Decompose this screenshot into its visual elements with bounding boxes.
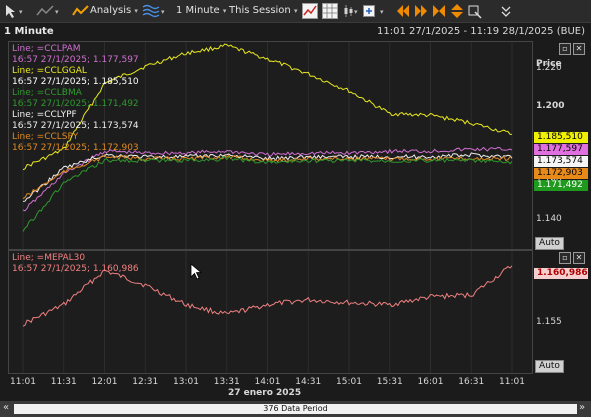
grid-icon <box>322 3 338 19</box>
svg-text:▾: ▾ <box>161 8 165 16</box>
last-value-tag: 1.177,597 <box>534 144 588 155</box>
price-tick-label: 1.200 <box>536 100 565 111</box>
analysis-icon <box>72 5 89 16</box>
legend-series-value: 16:57 27/1/2025; 1.185,510 <box>12 77 139 87</box>
price-tick-label: 1.155 <box>536 317 562 328</box>
analysis-label: Analysis <box>90 5 132 16</box>
time-tick-label: 11:01 <box>10 377 36 387</box>
time-tick-label: 15:01 <box>336 377 362 387</box>
svg-text:▾: ▾ <box>380 8 384 16</box>
navigation-arrows-icon <box>397 4 482 19</box>
grid-button[interactable] <box>322 3 338 19</box>
horizontal-scrollbar[interactable]: « 376 Data Period » <box>0 401 591 417</box>
upper-price-axis[interactable]: ▫ ✕ Price 1.2201.2001.1601.140 1.185,510… <box>532 41 591 248</box>
legend-series-value: 16:57 27/1/2025; 1.172,903 <box>12 143 139 153</box>
panel-date-range: 11:01 27/1/2025 - 11:19 28/1/2025 (BUE) <box>377 26 585 37</box>
time-tick-label: 14:31 <box>295 377 322 387</box>
time-tick-label: 16:01 <box>417 377 444 387</box>
scroll-right-icon[interactable]: » <box>579 402 585 413</box>
lower-chart-pane[interactable]: Line; =MEPAL30 16:57 27/1/2025; 1.160,986 <box>8 250 533 374</box>
interval-dropdown[interactable]: 1 Minute ▾ <box>176 3 226 19</box>
toolbar: ▾ ▾ Analysis ▾ ▾ 1 Minute ▾ This Session… <box>0 0 591 23</box>
cursor-tool-button[interactable]: ▾ <box>4 3 28 19</box>
legend-series-value: 16:57 27/1/2025; 1.173,574 <box>12 121 139 131</box>
time-tick-label: 12:01 <box>91 377 118 387</box>
close-pane-icon[interactable]: ✕ <box>573 43 585 55</box>
double-chevron-icon <box>501 6 511 17</box>
svg-text:▾: ▾ <box>354 8 358 16</box>
price-tick-label: 1.140 <box>536 213 562 224</box>
time-axis[interactable]: 11:01 11:31 12:01 12:31 13:01 13:31 14:01 14:31… <box>0 373 591 401</box>
legend-series-name[interactable]: Line; =CCLPAM <box>12 44 81 55</box>
time-tick-label: 15:31 <box>376 377 403 387</box>
mouse-cursor-icon <box>190 263 203 280</box>
panel-title: 1 Minute <box>4 26 54 37</box>
line-tool-button[interactable]: ▾ <box>36 3 62 19</box>
legend-series-value: 16:57 27/1/2025; 1.160,986 <box>12 264 139 274</box>
legend-series-value: 16:57 27/1/2025; 1.171,492 <box>12 99 139 109</box>
zoom-in-button[interactable] <box>362 3 376 19</box>
interval-label: 1 Minute <box>176 5 220 16</box>
session-label: This Session <box>229 5 291 16</box>
upper-auto-scale-button[interactable]: Auto <box>535 237 564 250</box>
scroll-buttons[interactable] <box>395 3 483 19</box>
close-lower-pane-icon[interactable]: ✕ <box>573 252 585 264</box>
chart-style-button[interactable] <box>302 3 318 19</box>
maximize-lower-pane-icon[interactable]: ▫ <box>559 252 571 264</box>
candlestick-icon: ▾ <box>344 5 358 17</box>
line-chart-icon <box>302 3 318 19</box>
scrollbar-track[interactable]: 376 Data Period <box>14 404 577 414</box>
zoom-out-button[interactable]: ▾ <box>379 3 389 19</box>
lower-auto-scale-button[interactable]: Auto <box>535 360 564 373</box>
time-tick-label: 13:01 <box>173 377 199 387</box>
scroll-left-icon[interactable]: « <box>3 402 9 413</box>
legend-series-name[interactable]: Line; =CCLBMA <box>12 88 82 99</box>
studies-button[interactable]: ▾ <box>142 3 168 19</box>
time-tick-label: 12:31 <box>132 377 159 387</box>
wave-icon: ▾ <box>142 4 165 18</box>
price-tick-label: 1.220 <box>536 63 562 74</box>
time-tick-label: 13:31 <box>213 377 240 387</box>
plus-box-icon <box>363 5 375 17</box>
lower-last-value-tag: 1.160,986 <box>534 268 588 279</box>
analysis-menu-button[interactable]: Analysis ▾ <box>72 3 138 19</box>
date-label: 27 enero 2025 <box>228 388 302 398</box>
maximize-pane-icon[interactable]: ▫ <box>559 43 571 55</box>
time-tick-label: 11:31 <box>50 377 77 387</box>
legend-series-name[interactable]: Line; =CCLGGAL <box>12 66 87 77</box>
time-tick-label: 16:31 <box>458 377 485 387</box>
scrollbar-thumb[interactable]: 376 Data Period <box>14 404 577 414</box>
panel-header: 1 Minute 11:01 27/1/2025 - 11:19 28/1/20… <box>0 23 591 40</box>
chart-type-button[interactable]: ▾ <box>343 3 361 19</box>
legend-series-name[interactable]: Line; =CCLYPF <box>12 110 77 121</box>
last-value-tag: 1.185,510 <box>534 132 588 143</box>
legend-series-name[interactable]: Line; =CCLSPY <box>12 132 78 143</box>
last-value-tag: 1.172,903 <box>534 168 588 179</box>
time-tick-label: 11:01 <box>499 377 525 387</box>
time-tick-label: 14:01 <box>254 377 281 387</box>
legend-series-value: 16:57 27/1/2025; 1.177,597 <box>12 55 139 65</box>
last-value-tag: 1.173,574 <box>534 156 588 167</box>
svg-text:▾: ▾ <box>19 8 23 16</box>
last-value-tag: 1.171,492 <box>534 180 588 191</box>
upper-chart-pane[interactable]: Line; =CCLPAM 16:57 27/1/2025; 1.177,597 L… <box>8 41 533 250</box>
chart-window: ▾ ▾ Analysis ▾ ▾ 1 Minute ▾ This Session… <box>0 0 591 417</box>
lower-price-axis[interactable]: ▫ ✕ 1.1601.155 1.160,986 <box>532 250 591 372</box>
session-dropdown[interactable]: This Session ▾ <box>229 3 297 19</box>
svg-text:▾: ▾ <box>55 8 59 16</box>
more-tools-button[interactable] <box>500 3 512 19</box>
legend-series-name[interactable]: Line; =MEPAL30 <box>12 253 85 264</box>
